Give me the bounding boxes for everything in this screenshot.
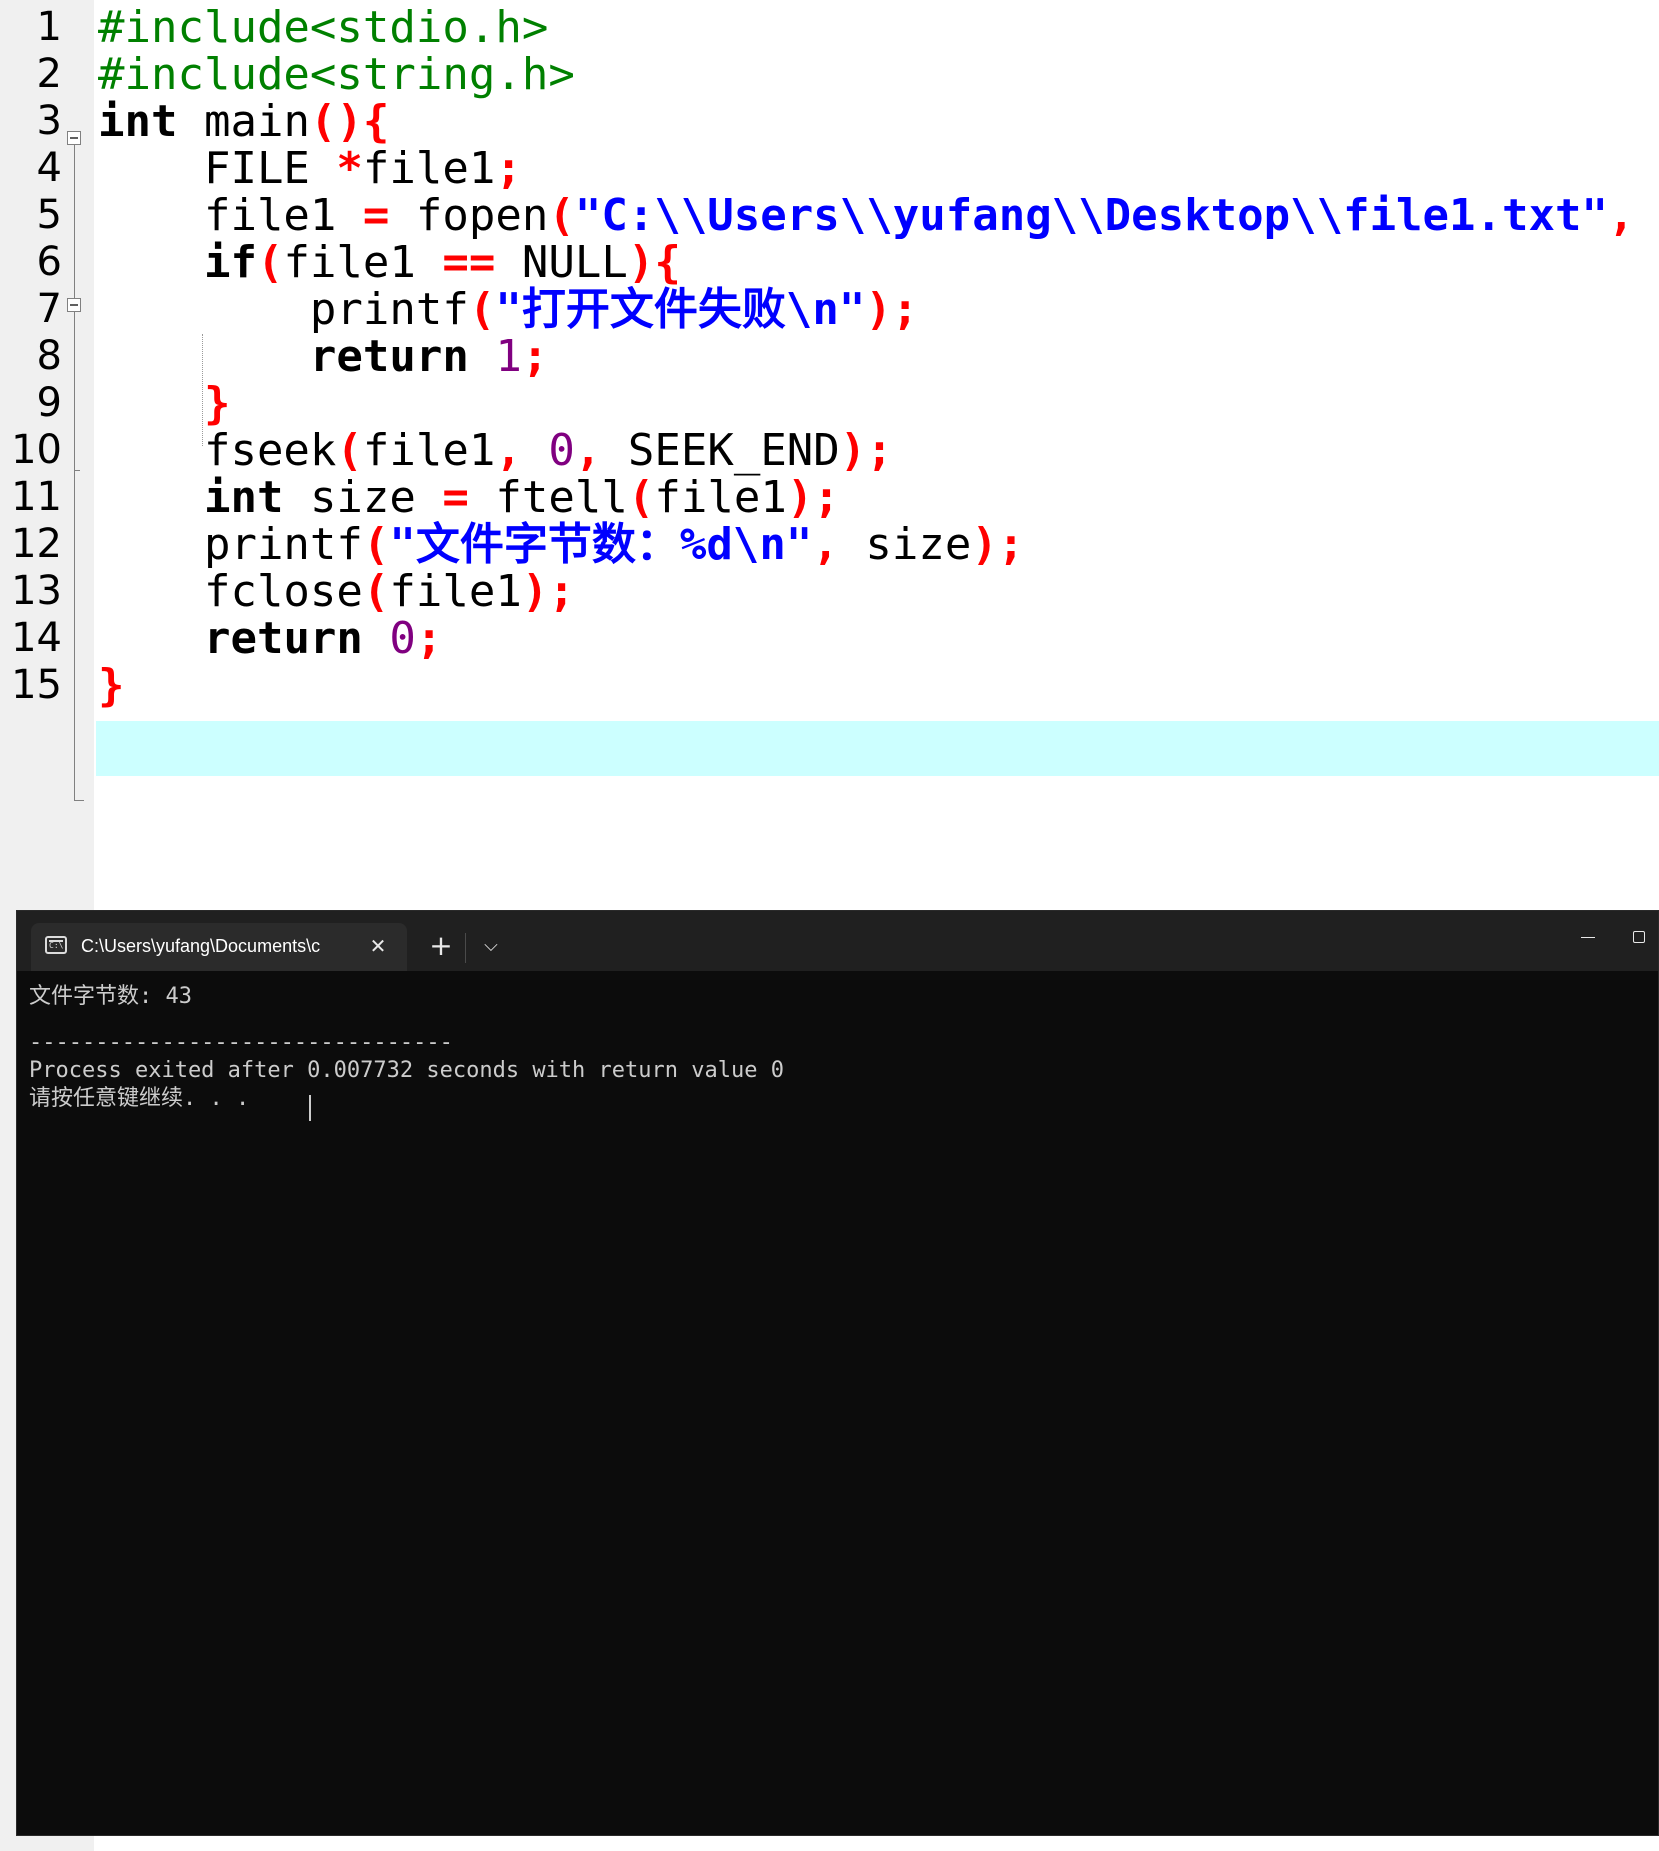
code-token: return — [309, 331, 469, 382]
code-token: printf — [98, 284, 469, 335]
console-tab[interactable]: C:\ C:\Users\yufang\Documents\c ✕ — [31, 923, 407, 971]
code-token: fclose — [98, 566, 363, 617]
code-token: #include<string.h> — [98, 49, 575, 100]
fold-guide-line — [74, 145, 75, 305]
code-token: ( — [336, 425, 363, 476]
console-separator: -------------------------------- — [29, 1030, 453, 1055]
code-token: ; — [521, 331, 549, 382]
code-token: "打开文件失败\n" — [495, 284, 866, 335]
console-output-line: 文件字节数: 43 — [29, 984, 192, 1009]
console-icon: C:\ — [45, 936, 67, 954]
code-token: int — [98, 96, 178, 147]
code-token: 0 — [548, 425, 575, 476]
code-token: fseek — [98, 425, 337, 476]
code-token: = — [362, 190, 390, 241]
code-line: } — [98, 658, 125, 713]
code-token: ( — [256, 237, 284, 288]
code-token: #include<stdio.h> — [98, 2, 549, 53]
code-token: "C:\\Users\\yufang\\Desktop\\file1.txt" — [574, 190, 1608, 241]
code-token: return — [203, 613, 363, 664]
code-token: ; — [415, 613, 443, 664]
code-token: ); — [839, 425, 893, 476]
code-token: , — [812, 519, 839, 570]
code-token: ( — [362, 566, 390, 617]
tab-title: C:\Users\yufang\Documents\c — [81, 936, 321, 956]
code-token: size — [838, 519, 972, 570]
code-token: ftell — [468, 472, 628, 523]
code-token: * — [336, 143, 363, 194]
code-token: ( — [468, 284, 496, 335]
code-token: } — [203, 378, 231, 429]
code-token: file1 — [654, 472, 787, 523]
fold-toggle-icon[interactable] — [67, 298, 81, 312]
code-token: 0 — [389, 613, 416, 664]
code-token: "文件字节数：%d\n" — [389, 519, 813, 570]
fold-toggle-icon[interactable] — [67, 131, 81, 145]
minimize-icon[interactable] — [1565, 919, 1611, 955]
code-token: , — [1607, 190, 1635, 241]
code-token: ); — [786, 472, 840, 523]
code-token: ){ — [627, 237, 681, 288]
code-token: ; — [495, 143, 522, 194]
text-cursor — [309, 1095, 311, 1121]
fold-end-marker — [74, 470, 80, 471]
tab-close-icon[interactable]: ✕ — [361, 923, 395, 971]
code-token: ); — [521, 566, 575, 617]
code-token: fopen — [389, 190, 549, 241]
code-token: = — [442, 472, 469, 523]
code-token: } — [98, 660, 125, 711]
fold-guide-line — [74, 312, 75, 668]
fold-guide-line — [74, 668, 75, 800]
code-token: , — [495, 425, 522, 476]
code-token: , — [574, 425, 602, 476]
code-token: file1 — [362, 425, 496, 476]
code-token: file1 — [98, 190, 363, 241]
code-token: if — [203, 237, 257, 288]
code-token: NULL — [495, 237, 628, 288]
tab-dropdown-icon[interactable]: ⌵ — [473, 923, 509, 971]
code-token: 1 — [495, 331, 522, 382]
code-token: int — [203, 472, 284, 523]
code-token: (){ — [309, 96, 390, 147]
console-titlebar: C:\ C:\Users\yufang\Documents\c ✕ + ⌵ — [17, 911, 1658, 971]
console-window[interactable]: C:\ C:\Users\yufang\Documents\c ✕ + ⌵ 文件… — [16, 910, 1659, 1836]
code-token: ); — [971, 519, 1025, 570]
console-prompt-line: 请按任意键继续. . . — [29, 1086, 250, 1111]
code-token: ); — [865, 284, 919, 335]
current-line-highlight — [96, 721, 1659, 776]
code-token: ( — [548, 190, 575, 241]
code-token: printf — [98, 519, 363, 570]
maximize-icon[interactable] — [1631, 919, 1658, 955]
tab-separator — [465, 933, 466, 963]
code-token: ( — [627, 472, 655, 523]
code-token: main — [177, 96, 310, 147]
code-line: return 0; — [98, 611, 442, 666]
code-token: file1 — [362, 143, 496, 194]
code-token: file1 — [389, 566, 522, 617]
code-token: size — [283, 472, 443, 523]
code-token: SEEK_END — [601, 425, 840, 476]
code-token: FILE — [98, 143, 337, 194]
code-token: file1 — [283, 237, 443, 288]
line-number: 15 — [11, 662, 62, 708]
fold-end-marker — [74, 800, 84, 801]
code-token: ( — [362, 519, 390, 570]
new-tab-button[interactable]: + — [421, 923, 461, 971]
code-token: == — [442, 237, 496, 288]
console-exit-line: Process exited after 0.007732 seconds wi… — [29, 1058, 784, 1083]
